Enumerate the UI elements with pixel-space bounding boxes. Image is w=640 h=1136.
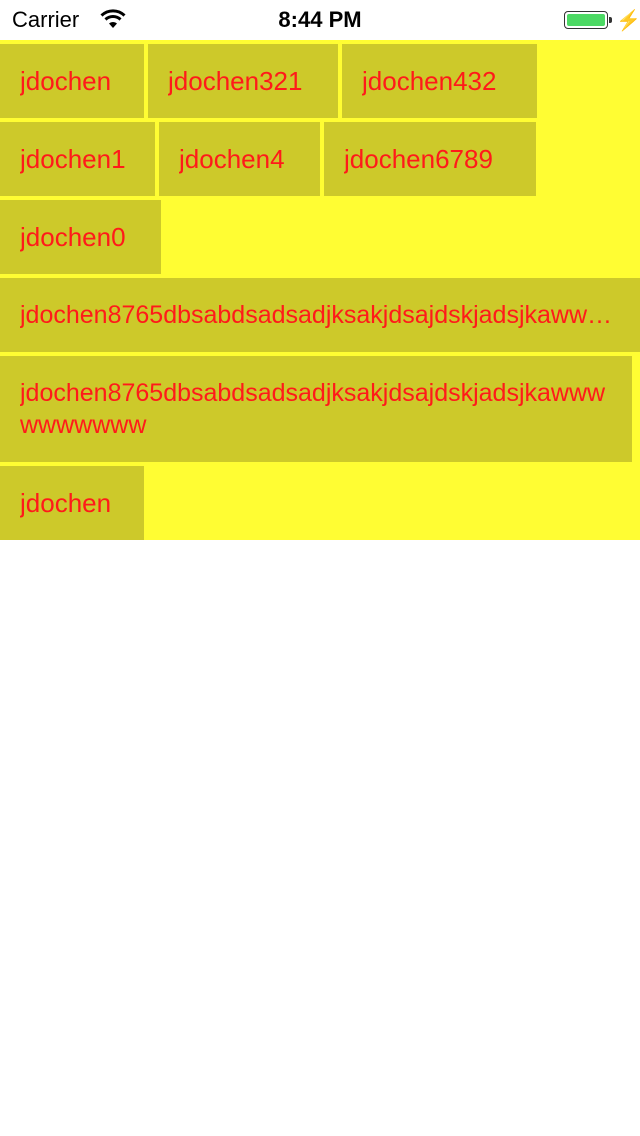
tag[interactable]: jdochen6789 bbox=[324, 122, 536, 196]
tag-label: jdochen0 bbox=[20, 222, 126, 252]
tag-truncated[interactable]: jdochen8765dbsabdsadsadjksakjdsajdskjads… bbox=[0, 278, 640, 352]
tag[interactable]: jdochen0 bbox=[0, 200, 161, 274]
tag[interactable]: jdochen1 bbox=[0, 122, 155, 196]
tag-label: jdochen432 bbox=[362, 66, 497, 96]
tag-label: jdochen6789 bbox=[344, 144, 493, 174]
tag[interactable]: jdochen321 bbox=[148, 44, 338, 118]
tag[interactable]: jdochen bbox=[0, 44, 144, 118]
battery-icon bbox=[564, 11, 612, 29]
tag-container: jdochen jdochen321 jdochen432 jdochen1 j… bbox=[0, 40, 640, 540]
tag-label: jdochen8765dbsabdsadsadjksakjdsajdskjads… bbox=[20, 301, 620, 329]
clock: 8:44 PM bbox=[278, 7, 362, 32]
charging-bolt-icon: ⚡ bbox=[616, 10, 640, 32]
tag-label: jdochen8765dbsabdsadsadjksakjdsajdskjads… bbox=[20, 379, 606, 439]
status-bar: Carrier 8:44 PM ⚡ bbox=[0, 0, 640, 40]
tag-label: jdochen321 bbox=[168, 66, 303, 96]
tag[interactable]: jdochen4 bbox=[159, 122, 320, 196]
tag-label: jdochen4 bbox=[179, 144, 285, 174]
tag-label: jdochen bbox=[20, 66, 112, 96]
tag-label: jdochen bbox=[20, 488, 112, 518]
tag-label: jdochen1 bbox=[20, 144, 126, 174]
tag[interactable]: jdochen432 bbox=[342, 44, 537, 118]
tag[interactable]: jdochen bbox=[0, 466, 144, 540]
tag-multiline[interactable]: jdochen8765dbsabdsadsadjksakjdsajdskjads… bbox=[0, 356, 632, 462]
